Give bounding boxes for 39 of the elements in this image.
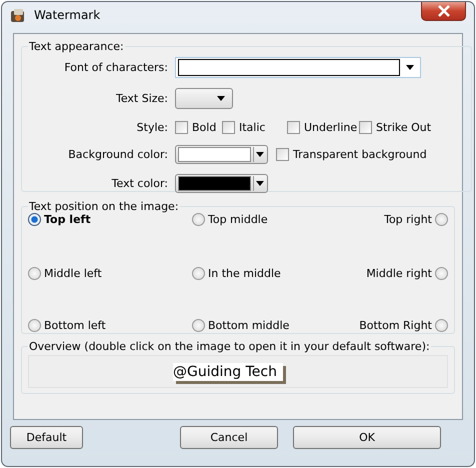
checkbox[interactable]: Strike Out	[359, 120, 432, 134]
radio-button[interactable]: Bottom Right	[356, 317, 448, 333]
field-label: Font of characters:	[63, 61, 168, 74]
checkbox[interactable]: Transparent background	[276, 148, 427, 161]
radio-button[interactable]: Bottom middle	[192, 317, 356, 333]
field-label: Style:	[136, 120, 168, 134]
checkbox[interactable]: Italic	[222, 120, 287, 134]
color-dropdown[interactable]	[175, 145, 268, 164]
font-dropdown[interactable]	[175, 57, 421, 78]
window-title: Watermark	[34, 8, 100, 22]
group-title: Text position on the image:	[28, 200, 180, 213]
group-title: Overview (double click on the image to open it in your default software):	[28, 340, 431, 353]
radio-button[interactable]: Top left	[28, 211, 192, 227]
field-label: Background color:	[67, 148, 168, 161]
watermark-preview-text: @Guiding Tech	[173, 362, 283, 380]
caret-icon	[256, 181, 264, 186]
close-icon	[436, 5, 450, 17]
radio-button[interactable]: Middle left	[28, 265, 192, 281]
caret-icon	[217, 96, 225, 101]
radio-button[interactable]: In the middle	[192, 265, 356, 281]
color-dropdown[interactable]	[175, 174, 268, 193]
caret-icon	[256, 152, 264, 157]
close-button[interactable]	[421, 2, 466, 21]
radio-button[interactable]: Bottom left	[28, 317, 192, 333]
app-icon	[10, 8, 26, 24]
dialog-button[interactable]: Default	[10, 426, 83, 449]
field-label: Text Size:	[114, 92, 168, 105]
dialog-button[interactable]: OK	[293, 426, 441, 449]
radio-button[interactable]: Top right	[356, 211, 448, 227]
radio-button[interactable]: Middle right	[356, 265, 448, 281]
group-title: Text appearance:	[28, 40, 125, 53]
checkbox[interactable]: Bold	[175, 120, 222, 134]
field-label: Text color:	[110, 177, 168, 190]
preview-image[interactable]: @Guiding Tech	[28, 355, 448, 388]
caret-icon	[406, 65, 414, 70]
radio-button[interactable]: Top middle	[192, 211, 356, 227]
size-dropdown[interactable]	[175, 88, 233, 109]
checkbox[interactable]: Underline	[287, 120, 359, 134]
dialog-button[interactable]: Cancel	[180, 426, 278, 449]
